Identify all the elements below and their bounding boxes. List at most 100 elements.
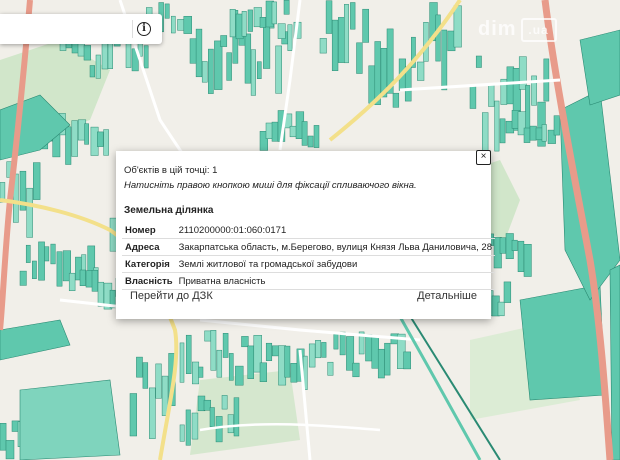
land-parcel[interactable]	[482, 112, 489, 154]
land-parcel[interactable]	[241, 336, 249, 348]
land-parcel[interactable]	[26, 187, 33, 238]
land-parcel[interactable]	[216, 349, 223, 378]
land-parcel[interactable]	[301, 121, 308, 146]
land-parcel[interactable]	[89, 65, 95, 78]
search-input[interactable]	[0, 14, 128, 44]
land-parcel[interactable]	[171, 15, 176, 34]
land-parcel[interactable]	[384, 342, 391, 376]
land-parcel[interactable]	[517, 240, 525, 272]
land-parcel[interactable]	[228, 353, 234, 381]
land-parcel[interactable]	[164, 3, 170, 19]
land-parcel[interactable]	[214, 40, 223, 90]
land-parcel[interactable]	[38, 241, 45, 281]
land-parcel[interactable]	[25, 244, 31, 263]
land-parcel[interactable]	[179, 342, 185, 383]
land-parcel[interactable]	[5, 440, 15, 460]
land-parcel[interactable]	[313, 125, 320, 148]
land-parcel[interactable]	[33, 162, 41, 200]
land-parcel[interactable]	[143, 45, 149, 69]
land-parcel[interactable]	[377, 348, 385, 379]
land-parcel[interactable]	[101, 42, 108, 70]
land-parcel[interactable]	[229, 9, 236, 38]
land-parcel[interactable]	[0, 423, 7, 451]
land-parcel[interactable]	[50, 243, 56, 265]
land-parcel[interactable]	[203, 399, 211, 411]
land-parcel[interactable]	[265, 342, 273, 361]
land-parcel[interactable]	[523, 244, 532, 277]
close-icon[interactable]: ×	[476, 150, 491, 165]
land-parcel[interactable]	[553, 115, 560, 136]
land-parcel[interactable]	[208, 48, 214, 94]
land-parcel[interactable]	[494, 100, 500, 152]
land-parcel[interactable]	[283, 0, 290, 15]
land-parcel[interactable]	[518, 56, 527, 90]
land-parcel[interactable]	[97, 131, 104, 147]
info-icon[interactable]: i	[137, 22, 151, 36]
land-parcel[interactable]	[179, 424, 185, 442]
land-parcel[interactable]	[83, 45, 91, 61]
land-parcel[interactable]	[183, 16, 192, 34]
land-parcel[interactable]	[277, 23, 286, 39]
land-parcel[interactable]	[209, 407, 215, 428]
land-parcel[interactable]	[77, 43, 85, 57]
land-parcel[interactable]	[271, 121, 279, 142]
land-parcel[interactable]	[265, 122, 273, 139]
land-parcel[interactable]	[441, 29, 448, 91]
land-parcel[interactable]	[327, 361, 334, 376]
land-parcel[interactable]	[32, 260, 37, 279]
land-parcel[interactable]	[149, 387, 156, 439]
land-parcel[interactable]	[97, 281, 104, 307]
land-parcel[interactable]	[19, 270, 27, 286]
land-parcel[interactable]	[321, 342, 327, 358]
land-parcel[interactable]	[308, 343, 316, 368]
land-parcel[interactable]	[368, 65, 376, 104]
land-parcel[interactable]	[271, 1, 277, 25]
land-parcel[interactable]	[417, 61, 425, 81]
land-parcel[interactable]	[506, 66, 515, 105]
land-parcel[interactable]	[65, 126, 72, 165]
land-parcel[interactable]	[256, 61, 262, 79]
land-parcel[interactable]	[325, 0, 333, 34]
land-parcel[interactable]	[220, 35, 228, 47]
land-parcel[interactable]	[362, 8, 369, 43]
land-parcel[interactable]	[79, 269, 86, 286]
land-parcel[interactable]	[247, 9, 253, 32]
land-parcel[interactable]	[91, 270, 99, 292]
land-parcel[interactable]	[356, 42, 363, 74]
land-parcel[interactable]	[529, 125, 537, 141]
goto-dzk-link[interactable]: Перейти до ДЗК	[130, 290, 213, 302]
land-parcel[interactable]	[392, 92, 400, 108]
land-parcel[interactable]	[333, 334, 339, 350]
land-parcel[interactable]	[284, 345, 291, 378]
land-parcel[interactable]	[142, 362, 149, 389]
land-parcel[interactable]	[227, 414, 234, 434]
land-parcel[interactable]	[307, 135, 314, 148]
land-parcel[interactable]	[469, 84, 477, 109]
land-parcel[interactable]	[56, 251, 63, 287]
land-parcel[interactable]	[68, 272, 76, 291]
land-parcel[interactable]	[221, 395, 228, 410]
land-parcel[interactable]	[235, 365, 244, 386]
land-parcel[interactable]	[129, 393, 137, 437]
land-parcel[interactable]	[244, 33, 252, 84]
land-parcel[interactable]	[475, 55, 482, 68]
land-parcel[interactable]	[204, 330, 212, 342]
land-parcel[interactable]	[247, 345, 254, 379]
land-parcel[interactable]	[215, 416, 223, 443]
land-parcel[interactable]	[453, 5, 462, 48]
land-parcel[interactable]	[95, 54, 101, 79]
land-parcel[interactable]	[365, 334, 373, 362]
land-parcel[interactable]	[210, 330, 217, 371]
land-parcel[interactable]	[503, 281, 512, 303]
land-parcel[interactable]	[226, 52, 232, 81]
land-parcel[interactable]	[352, 362, 360, 378]
land-parcel[interactable]	[103, 129, 109, 156]
details-link[interactable]: Детальніше	[417, 290, 477, 302]
land-parcel[interactable]	[185, 334, 192, 374]
land-parcel[interactable]	[315, 340, 322, 359]
land-parcel[interactable]	[185, 409, 191, 446]
land-parcel[interactable]	[287, 24, 293, 51]
land-parcel[interactable]	[403, 351, 411, 370]
land-parcel[interactable]	[511, 239, 518, 251]
land-parcel[interactable]	[155, 363, 162, 399]
